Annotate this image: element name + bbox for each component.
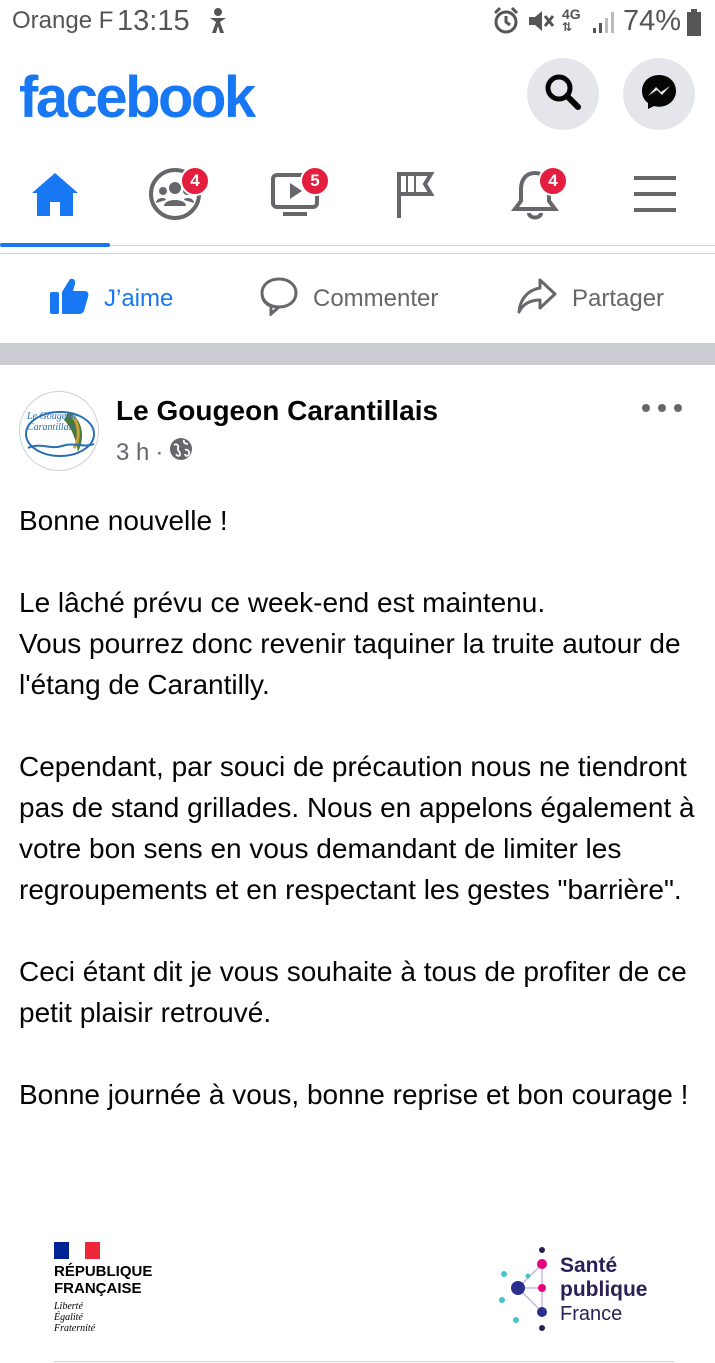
rf-line: FRANÇAISE — [54, 1280, 142, 1297]
tab-groups[interactable]: 4 — [120, 146, 230, 246]
spf-molecule-icon — [499, 1247, 547, 1331]
comment-icon — [259, 276, 299, 323]
attachment-border — [54, 1361, 674, 1362]
avatar-text: Le Gougeon Carantillais — [27, 411, 77, 433]
comment-button[interactable]: Commenter — [259, 254, 438, 344]
rf-line: RÉPUBLIQUE — [54, 1263, 153, 1280]
more-dot-icon — [674, 404, 682, 412]
rf-title: RÉPUBLIQUE FRANÇAISE — [54, 1263, 214, 1297]
mute-icon — [525, 6, 555, 43]
tab-watch[interactable]: 5 — [240, 146, 350, 246]
post-header: Le Gougeon Carantillais Le Gougeon Caran… — [0, 365, 715, 475]
more-dot-icon — [658, 404, 666, 412]
search-button[interactable] — [527, 58, 599, 130]
tab-home[interactable] — [0, 146, 110, 247]
active-tab-indicator — [0, 243, 110, 247]
post-attachment-image[interactable]: RÉPUBLIQUE FRANÇAISE Liberté Égalité Fra… — [0, 1228, 715, 1363]
post-paragraph: Cependant, par souci de précaution nous … — [19, 751, 703, 905]
share-label: Partager — [572, 285, 665, 312]
like-label: J’aime — [104, 285, 174, 312]
home-icon — [29, 170, 81, 223]
post-paragraph: Ceci étant dit je vous souhaite à tous d… — [19, 956, 695, 1028]
tab-pages[interactable] — [360, 146, 470, 246]
sante-publique-france-logo: Santé publique France — [496, 1242, 676, 1337]
like-button[interactable]: J’aime — [48, 254, 173, 344]
main-nav: 4 5 4 — [0, 146, 715, 247]
menu-icon — [631, 174, 679, 219]
motto-line: Égalité — [54, 1312, 83, 1323]
groups-badge: 4 — [180, 166, 210, 196]
notifications-badge: 4 — [538, 166, 568, 196]
post-text: Bonne nouvelle ! Le lâché prévu ce week-… — [19, 500, 699, 1156]
spf-line: France — [560, 1303, 623, 1325]
watch-badge: 5 — [300, 166, 330, 196]
motto-line: Liberté — [54, 1301, 83, 1312]
flag-icon — [393, 168, 437, 225]
meta-separator: · — [155, 438, 164, 466]
post-paragraph: Bonne nouvelle ! — [19, 505, 228, 536]
post-paragraph: Bonne journée à vous, bonne reprise et b… — [19, 1079, 689, 1110]
more-dot-icon — [642, 404, 650, 412]
alarm-icon — [492, 6, 520, 43]
carrier-name: Orange F — [12, 7, 114, 34]
signal-icon — [592, 10, 616, 41]
post-actions-bar: J’aime Commenter Partager — [0, 253, 715, 343]
post-more-options[interactable] — [642, 393, 682, 423]
feed-separator — [0, 343, 715, 365]
thumbs-up-icon — [48, 276, 90, 323]
facebook-logo[interactable]: facebook — [19, 64, 256, 131]
post-meta: 3 h · — [116, 437, 193, 468]
network-type: 4G ⇅ — [562, 6, 581, 34]
post-time[interactable]: 3 h — [116, 439, 149, 467]
battery-percent: 74% — [623, 5, 682, 37]
messenger-icon — [639, 72, 679, 117]
page-avatar[interactable]: Le Gougeon Carantillais — [19, 391, 99, 471]
messenger-button[interactable] — [623, 58, 695, 130]
rf-motto: Liberté Égalité Fraternité — [54, 1301, 214, 1334]
spf-title: Santé publique France — [560, 1254, 648, 1326]
status-bar: Orange F 13:15 4G ⇅ 74% — [0, 0, 715, 46]
french-flag-icon — [54, 1242, 100, 1259]
tab-notifications[interactable]: 4 — [480, 146, 590, 246]
globe-icon — [169, 437, 193, 468]
republique-francaise-logo: RÉPUBLIQUE FRANÇAISE Liberté Égalité Fra… — [54, 1242, 214, 1334]
share-icon — [516, 276, 558, 323]
search-icon — [543, 72, 583, 117]
comment-label: Commenter — [313, 285, 439, 312]
tab-menu[interactable] — [600, 146, 710, 246]
post-paragraph: Le lâché prévu ce week-end est maintenu.… — [19, 587, 681, 700]
accessibility-icon — [206, 6, 230, 43]
clock: 13:15 — [117, 5, 190, 37]
share-button[interactable]: Partager — [516, 254, 664, 344]
spf-line: publique — [560, 1278, 648, 1301]
post-author[interactable]: Le Gougeon Carantillais — [116, 395, 438, 427]
battery-icon — [686, 9, 702, 44]
motto-line: Fraternité — [54, 1323, 96, 1334]
app-header: facebook — [0, 46, 715, 146]
spf-line: Santé — [560, 1254, 618, 1277]
